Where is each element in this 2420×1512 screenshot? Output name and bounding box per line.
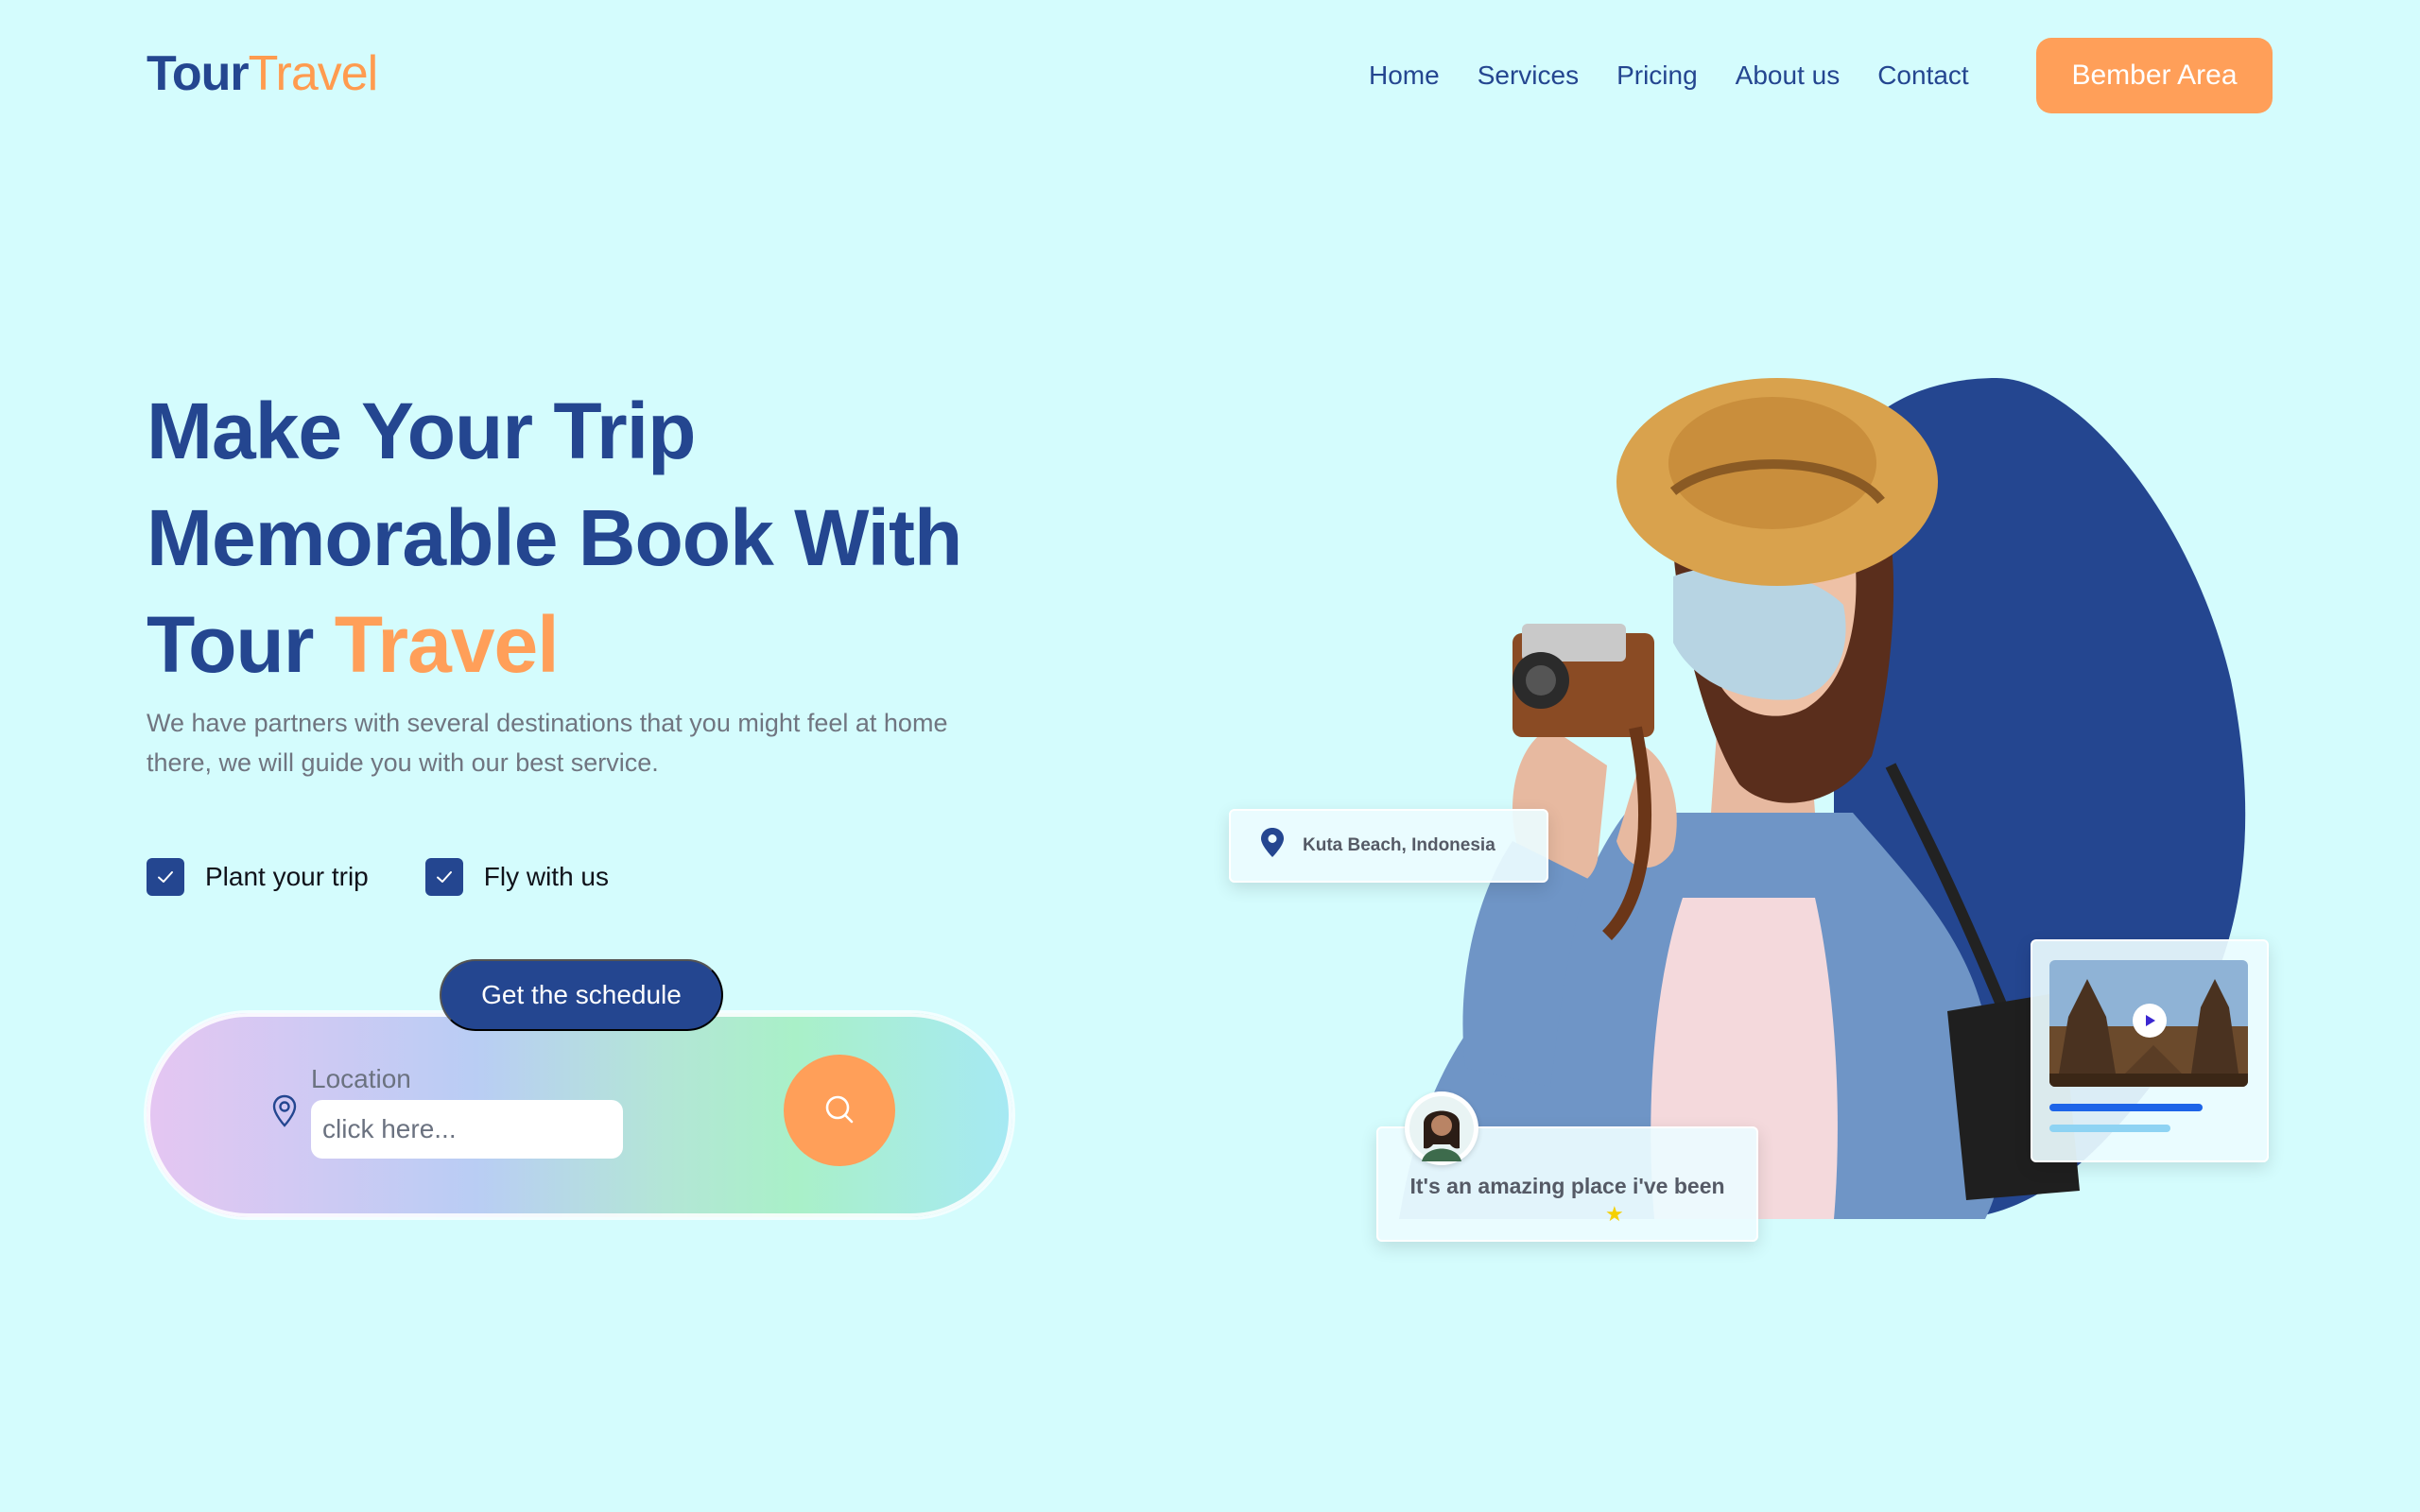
video-progress-bar [2049, 1104, 2203, 1111]
search-icon [821, 1091, 858, 1131]
check-icon [147, 858, 184, 896]
main-nav: Home Services Pricing About us Contact [1369, 59, 1969, 93]
play-icon[interactable] [2133, 1004, 2167, 1038]
check-icon [424, 858, 463, 896]
video-thumbnail[interactable] [2049, 960, 2248, 1087]
video-card[interactable] [2031, 939, 2269, 1162]
hero-title-accent: Travel [334, 600, 560, 689]
video-progress-bar-secondary [2049, 1125, 2170, 1132]
nav-contact[interactable]: Contact [1877, 59, 1969, 93]
brand-logo-part1: Tour [147, 46, 250, 101]
feature-plant-trip[interactable]: Plant your trip [147, 858, 369, 896]
nav-about-us[interactable]: About us [1736, 59, 1841, 93]
nav-services[interactable]: Services [1478, 59, 1579, 93]
feature-label: Fly with us [483, 862, 609, 891]
nav-pricing[interactable]: Pricing [1616, 59, 1698, 93]
star-icon: ★ [1605, 1202, 1624, 1226]
member-area-button[interactable]: Bember Area [2036, 38, 2273, 113]
search-button[interactable] [784, 1055, 895, 1166]
location-pin-icon [271, 1094, 298, 1133]
review-text: It's an amazing place i've been [1409, 1174, 1725, 1198]
avatar [1405, 1091, 1478, 1165]
feature-label: Plant your trip [205, 862, 369, 891]
hero-subtitle: We have partners with several destinatio… [147, 709, 948, 777]
brand-logo-part2: Travel [248, 46, 379, 101]
location-tag-text: Kuta Beach, Indonesia [1303, 835, 1495, 855]
get-schedule-button[interactable]: Get the schedule [440, 959, 723, 1031]
hero-title-line1: Make Your Trip [147, 387, 696, 475]
location-pin-icon [1259, 827, 1286, 865]
location-label: Location [311, 1064, 411, 1093]
hero-title: Make Your Trip Memorable Book With Tour … [147, 378, 1073, 698]
location-tag-card: Kuta Beach, Indonesia [1229, 809, 1548, 883]
feature-list: Plant your trip Fly with us [147, 858, 609, 896]
nav-home[interactable]: Home [1369, 59, 1440, 93]
brand-logo[interactable]: TourTravel [147, 45, 379, 102]
location-input[interactable] [311, 1100, 623, 1159]
hero-title-line3: Tour [147, 600, 314, 689]
feature-fly-with-us[interactable]: Fly with us [424, 858, 609, 896]
hero-title-line2: Memorable Book With [147, 493, 962, 582]
